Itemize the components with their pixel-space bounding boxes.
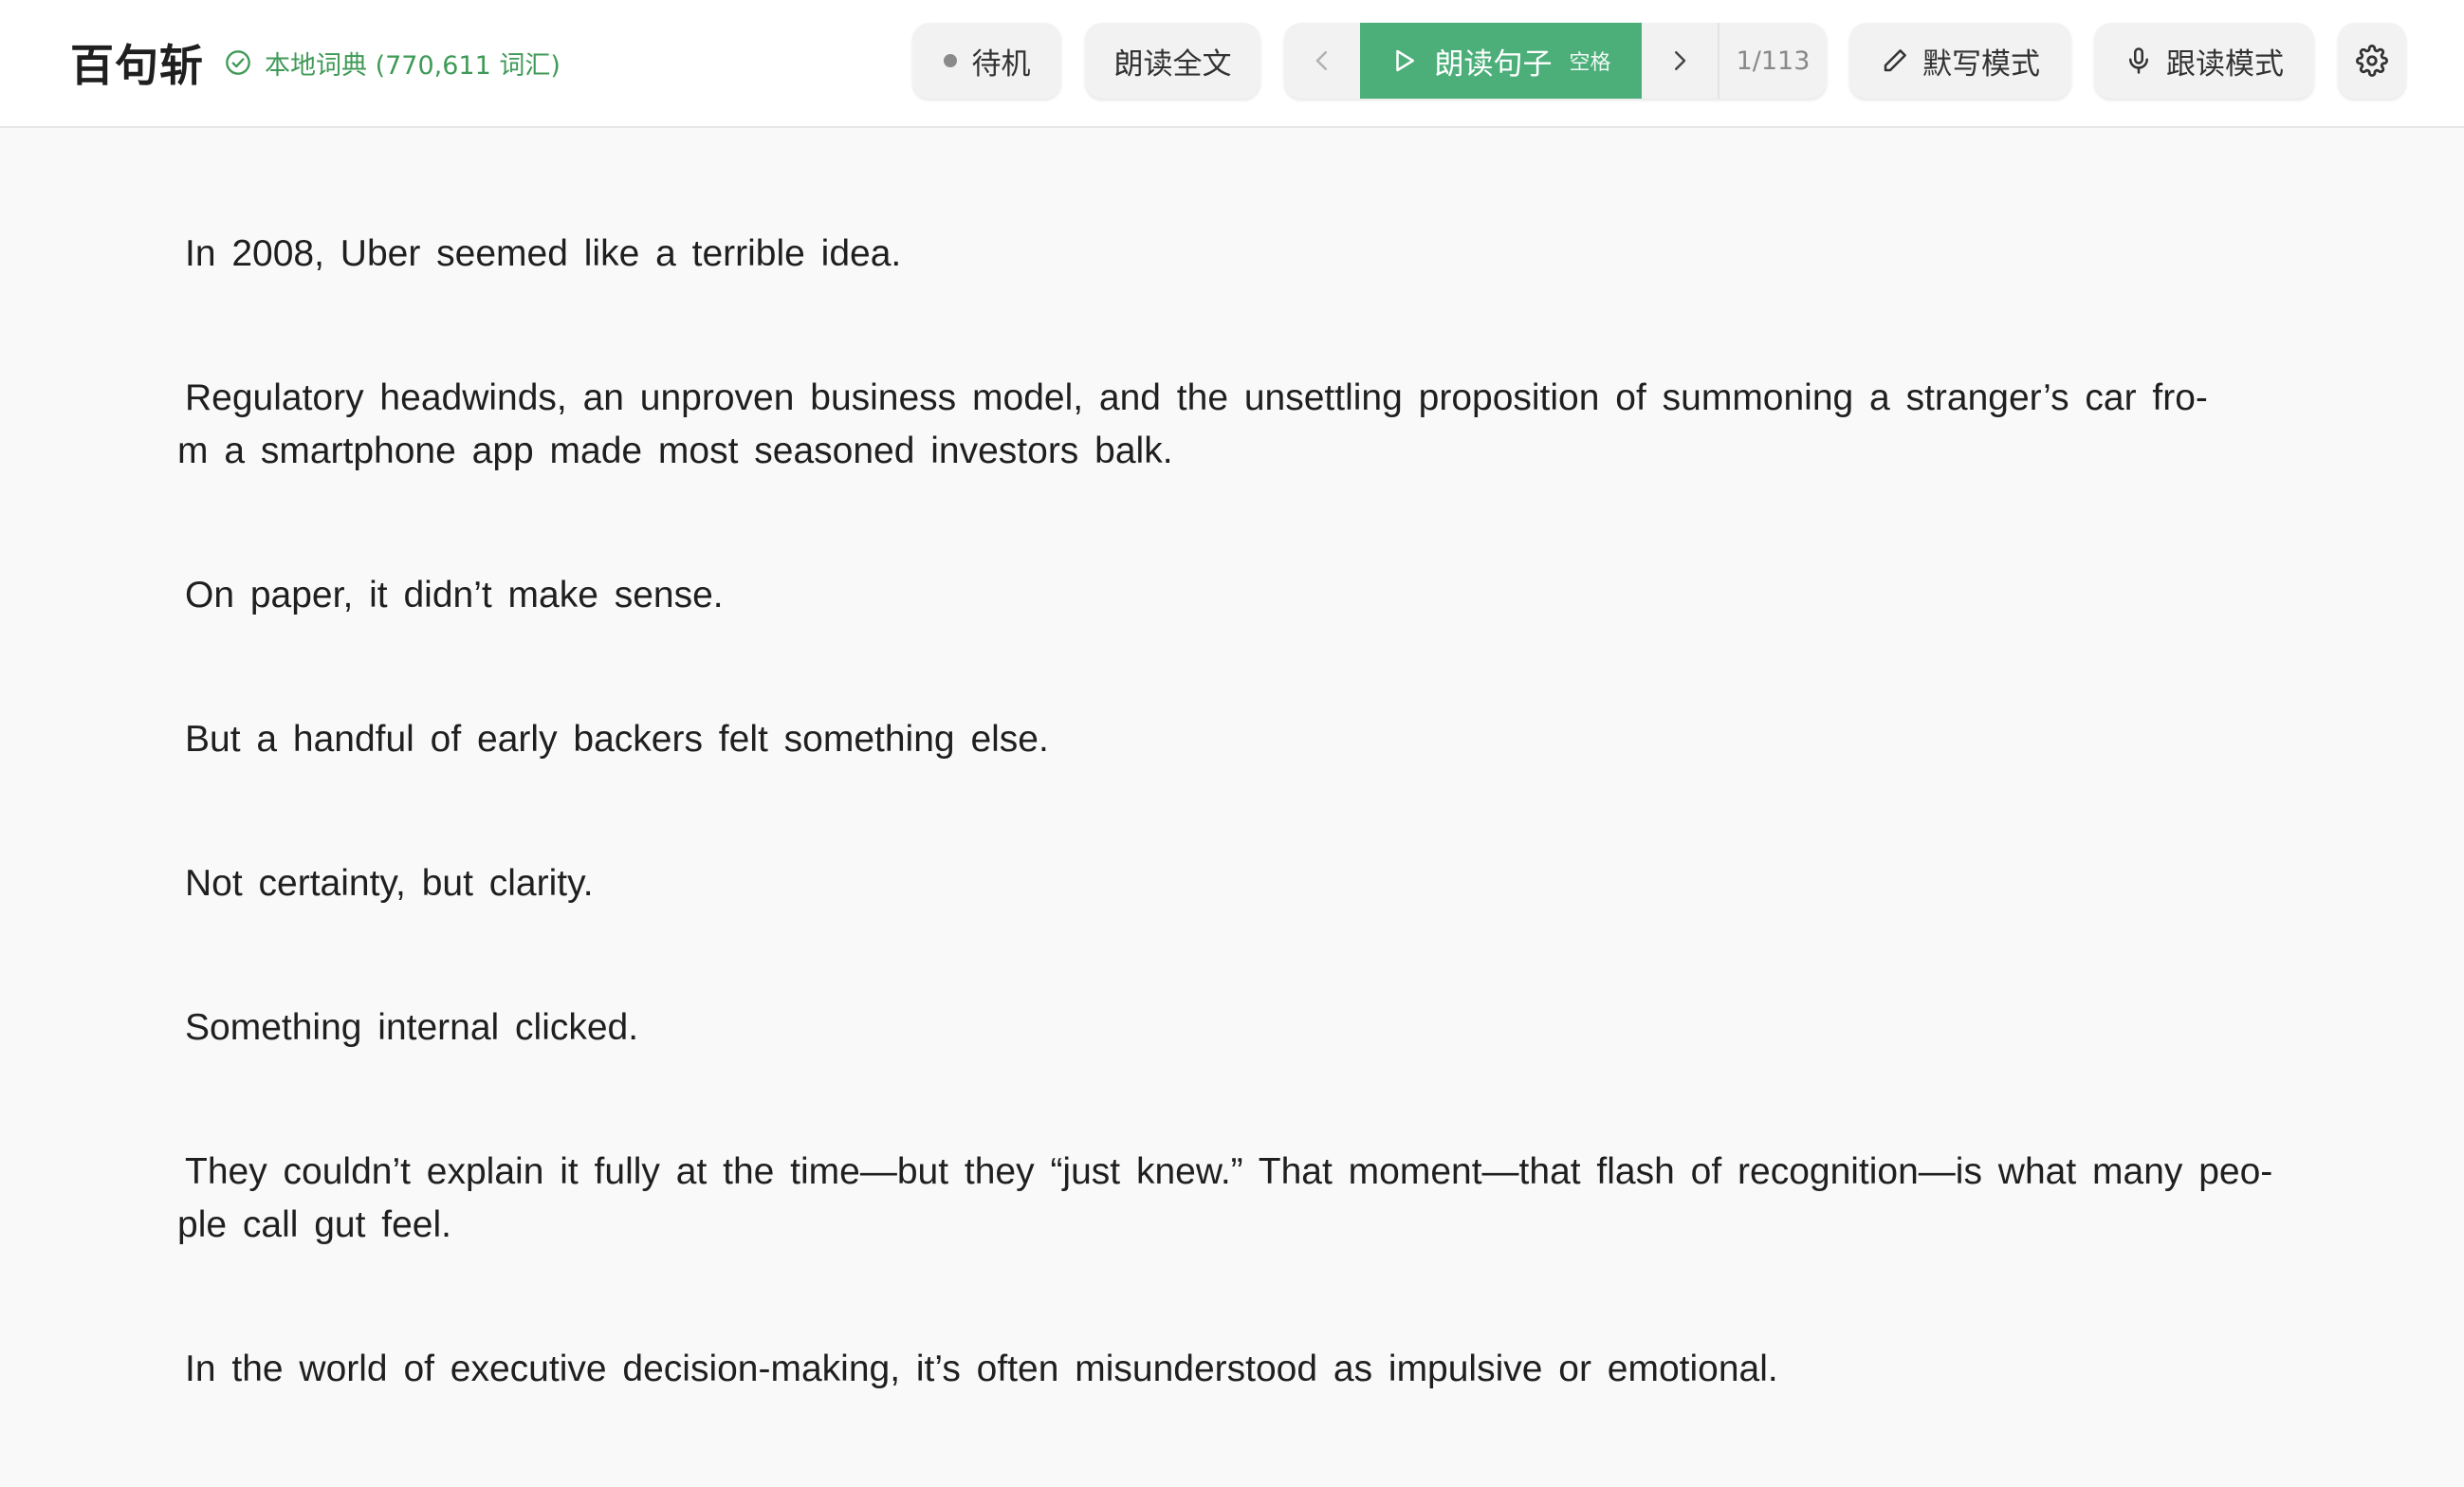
dictionary-status-label: 本地词典 (770,611 词汇): [265, 50, 561, 81]
sentence[interactable]: Something internal clicked.: [185, 1001, 2309, 1055]
sentence-line: In the world of executive decision-makin…: [185, 1349, 1778, 1389]
read-all-button[interactable]: 朗读全文: [1085, 23, 1260, 99]
sentence-navigator: 朗读句子 空格 1/113: [1284, 23, 1827, 99]
sentence-counter: 1/113: [1718, 23, 1827, 99]
shadowing-mode-label: 跟读模式: [2166, 46, 2284, 82]
sentence[interactable]: Not certainty, but clarity.: [185, 857, 2309, 910]
chevron-left-icon: [1315, 51, 1327, 70]
pencil-icon: [1884, 49, 1906, 72]
sentence[interactable]: But a handful of early backers felt some…: [185, 713, 2309, 766]
dictation-mode-button[interactable]: 默写模式: [1849, 23, 2071, 99]
status-button[interactable]: 待机: [912, 23, 1061, 99]
play-icon: [1396, 49, 1415, 72]
sentence[interactable]: On paper, it didn’t make sense.: [185, 569, 2309, 622]
settings-button[interactable]: [2338, 23, 2406, 99]
app-title: 百句斩: [70, 40, 204, 91]
sentence[interactable]: They couldn’t explain it fully at the ti…: [177, 1146, 2309, 1252]
sentence-line: Not certainty, but clarity.: [185, 863, 594, 904]
sentence-line: Something internal clicked.: [185, 1007, 639, 1048]
sentence-line: On paper, it didn’t make sense.: [185, 575, 724, 615]
sentence[interactable]: In the world of executive decision-makin…: [185, 1343, 2309, 1396]
status-label: 待机: [971, 46, 1031, 82]
sentence-line: But a handful of early backers felt some…: [185, 719, 1049, 760]
chevron-right-icon: [1675, 51, 1686, 70]
brand: 百句斩 本地词典 (770,611 词汇): [70, 34, 561, 91]
dot-icon: [943, 54, 957, 67]
microphone-icon: [2129, 47, 2148, 74]
dictation-mode-label: 默写模式: [1922, 46, 2040, 82]
previous-sentence-button[interactable]: [1284, 23, 1360, 99]
sentence-line: ple call gut feel.: [177, 1204, 452, 1245]
sentence-line: m a smartphone app made most seasoned in…: [177, 431, 1173, 471]
check-circle-icon: [226, 50, 250, 75]
sentence-line: Regulatory headwinds, an unproven busine…: [185, 377, 2208, 418]
toolbar: 百句斩 本地词典 (770,611 词汇) 待机 朗读全文 朗读句子 空格 1/…: [0, 0, 2464, 128]
dictionary-status: 本地词典 (770,611 词汇): [225, 45, 561, 82]
sentence-line: In 2008, Uber seemed like a terrible ide…: [185, 233, 902, 274]
sentence[interactable]: In 2008, Uber seemed like a terrible ide…: [185, 228, 2309, 281]
shadowing-mode-button[interactable]: 跟读模式: [2094, 23, 2314, 99]
play-sentence-label: 朗读句子: [1434, 46, 1553, 82]
play-sentence-button[interactable]: 朗读句子 空格: [1360, 23, 1642, 99]
read-all-label: 朗读全文: [1113, 46, 1232, 82]
sentence-line: They couldn’t explain it fully at the ti…: [185, 1151, 2273, 1192]
reading-area: In 2008, Uber seemed like a terrible ide…: [175, 228, 2309, 1487]
gear-icon: [2356, 45, 2388, 77]
next-sentence-button[interactable]: [1642, 23, 1718, 99]
shortcut-hint: 空格: [1569, 51, 1611, 75]
sentence[interactable]: Regulatory headwinds, an unproven busine…: [177, 372, 2309, 478]
